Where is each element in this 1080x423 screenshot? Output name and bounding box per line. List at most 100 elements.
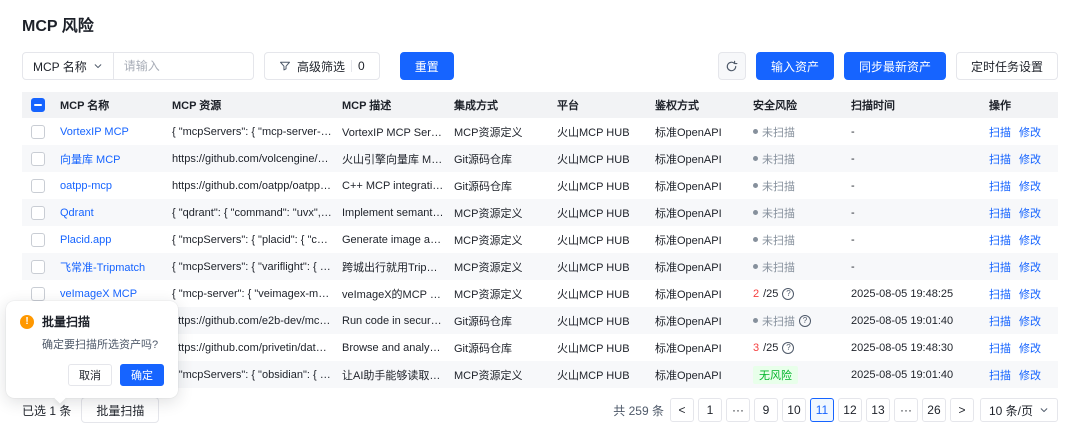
advanced-filter-label: 高级筛选	[297, 58, 345, 75]
mcp-resource-cell: { "mcp-server": { "veimagex-mcp": { "com…	[172, 288, 342, 300]
advanced-filter-button[interactable]: 高级筛选 0	[264, 52, 380, 80]
scan-action-link[interactable]: 扫描	[989, 124, 1011, 140]
row-checkbox[interactable]	[31, 179, 45, 193]
platform-cell: 火山MCP HUB	[557, 259, 655, 275]
toolbar-right: 输入资产 同步最新资产 定时任务设置	[718, 52, 1058, 80]
scan-action-link[interactable]: 扫描	[989, 232, 1011, 248]
advanced-filter-count: 0	[358, 59, 365, 73]
page-number-button[interactable]: 26	[922, 398, 946, 422]
mcp-description-cell: Browse and analyze Hu...	[342, 342, 454, 354]
mcp-name-link[interactable]: Placid.app	[60, 234, 172, 246]
prev-page-button[interactable]: <	[670, 398, 694, 422]
edit-action-link[interactable]: 修改	[1019, 178, 1041, 194]
column-header: 操作	[989, 97, 1058, 113]
risk-score: 3	[753, 342, 759, 354]
page-size-select[interactable]: 10 条/页	[980, 398, 1058, 422]
edit-action-link[interactable]: 修改	[1019, 124, 1041, 140]
security-risk-cell: 2/25?	[753, 288, 851, 300]
help-circle-icon[interactable]: ?	[782, 288, 794, 300]
scan-action-link[interactable]: 扫描	[989, 313, 1011, 329]
scan-action-link[interactable]: 扫描	[989, 340, 1011, 356]
confirm-button[interactable]: 确定	[120, 364, 164, 386]
row-checkbox[interactable]	[31, 233, 45, 247]
scan-time-cell: 2025-08-05 19:01:40	[851, 369, 989, 381]
security-risk-cell: 无风险	[753, 366, 851, 384]
toolbar: MCP 名称 高级筛选 0 重置	[22, 52, 1058, 80]
scan-action-link[interactable]: 扫描	[989, 286, 1011, 302]
risk-label: 未扫描	[762, 313, 795, 329]
scan-action-link[interactable]: 扫描	[989, 178, 1011, 194]
page-number-button[interactable]: 1	[698, 398, 722, 422]
scan-action-link[interactable]: 扫描	[989, 367, 1011, 383]
page-title: MCP 风险	[22, 12, 1058, 36]
page-number-button[interactable]: 10	[782, 398, 806, 422]
cancel-button[interactable]: 取消	[68, 364, 112, 386]
mcp-name-link[interactable]: VortexIP MCP	[60, 126, 172, 138]
header-checkbox-cell	[22, 98, 60, 112]
scan-time-cell: -	[851, 153, 989, 165]
chevron-down-icon	[93, 61, 103, 71]
edit-action-link[interactable]: 修改	[1019, 313, 1041, 329]
scan-action-link[interactable]: 扫描	[989, 151, 1011, 167]
mcp-name-link[interactable]: veImageX MCP	[60, 288, 172, 300]
security-risk-cell: 未扫描	[753, 232, 851, 248]
reset-button[interactable]: 重置	[400, 52, 454, 80]
column-header: 安全风险	[753, 97, 851, 113]
popconfirm-title: 批量扫描	[42, 313, 90, 330]
row-checkbox-cell	[22, 179, 60, 193]
edit-action-link[interactable]: 修改	[1019, 259, 1041, 275]
import-asset-button[interactable]: 输入资产	[756, 52, 834, 80]
security-risk-cell: 未扫描	[753, 151, 851, 167]
search-field-select[interactable]: MCP 名称	[23, 53, 114, 79]
mcp-risk-page: MCP 风险 MCP 名称 高级筛选 0 重置	[0, 0, 1080, 420]
mcp-name-link[interactable]: Qdrant	[60, 207, 172, 219]
scan-action-link[interactable]: 扫描	[989, 259, 1011, 275]
row-checkbox[interactable]	[31, 287, 45, 301]
page-number-button[interactable]: 11	[810, 398, 834, 422]
security-risk-cell: 未扫描	[753, 205, 851, 221]
edit-action-link[interactable]: 修改	[1019, 232, 1041, 248]
popconfirm-actions: 取消 确定	[20, 364, 164, 386]
pages-ellipsis-button[interactable]: ···	[726, 398, 750, 422]
row-checkbox[interactable]	[31, 152, 45, 166]
sync-asset-button[interactable]: 同步最新资产	[844, 52, 946, 80]
edit-action-link[interactable]: 修改	[1019, 367, 1041, 383]
edit-action-link[interactable]: 修改	[1019, 205, 1041, 221]
row-actions-cell: 扫描修改	[989, 232, 1058, 248]
next-page-button[interactable]: >	[950, 398, 974, 422]
integration-type-cell: Git源码仓库	[454, 151, 557, 167]
help-circle-icon[interactable]: ?	[799, 315, 811, 327]
integration-type-cell: MCP资源定义	[454, 205, 557, 221]
edit-action-link[interactable]: 修改	[1019, 340, 1041, 356]
status-dot-icon	[753, 210, 758, 215]
pages-ellipsis-button[interactable]: ···	[894, 398, 918, 422]
column-header: MCP 资源	[172, 97, 342, 113]
search-input[interactable]	[114, 53, 253, 79]
row-checkbox[interactable]	[31, 206, 45, 220]
auth-type-cell: 标准OpenAPI	[655, 178, 753, 194]
page-number-button[interactable]: 12	[838, 398, 862, 422]
auth-type-cell: 标准OpenAPI	[655, 151, 753, 167]
edit-action-link[interactable]: 修改	[1019, 286, 1041, 302]
column-header: 平台	[557, 97, 655, 113]
pagination-pages: <1···910111213···26>	[670, 398, 974, 422]
help-circle-icon[interactable]: ?	[782, 342, 794, 354]
selected-count: 已选 1 条	[22, 402, 71, 419]
edit-action-link[interactable]: 修改	[1019, 151, 1041, 167]
select-all-checkbox[interactable]	[31, 98, 45, 112]
page-number-button[interactable]: 9	[754, 398, 778, 422]
row-checkbox[interactable]	[31, 260, 45, 274]
batch-scan-button[interactable]: 批量扫描	[81, 397, 159, 423]
mcp-description-cell: Implement semantic m...	[342, 207, 454, 219]
scan-action-link[interactable]: 扫描	[989, 205, 1011, 221]
page-number-button[interactable]: 13	[866, 398, 890, 422]
mcp-name-link[interactable]: 向量库 MCP	[60, 151, 172, 167]
mcp-name-link[interactable]: oatpp-mcp	[60, 180, 172, 192]
cron-setting-button[interactable]: 定时任务设置	[956, 52, 1058, 80]
refresh-button[interactable]	[718, 52, 746, 80]
mcp-name-link[interactable]: 飞常准-Tripmatch	[60, 259, 172, 275]
risk-label: 未扫描	[762, 232, 795, 248]
auth-type-cell: 标准OpenAPI	[655, 367, 753, 383]
row-checkbox[interactable]	[31, 125, 45, 139]
platform-cell: 火山MCP HUB	[557, 313, 655, 329]
